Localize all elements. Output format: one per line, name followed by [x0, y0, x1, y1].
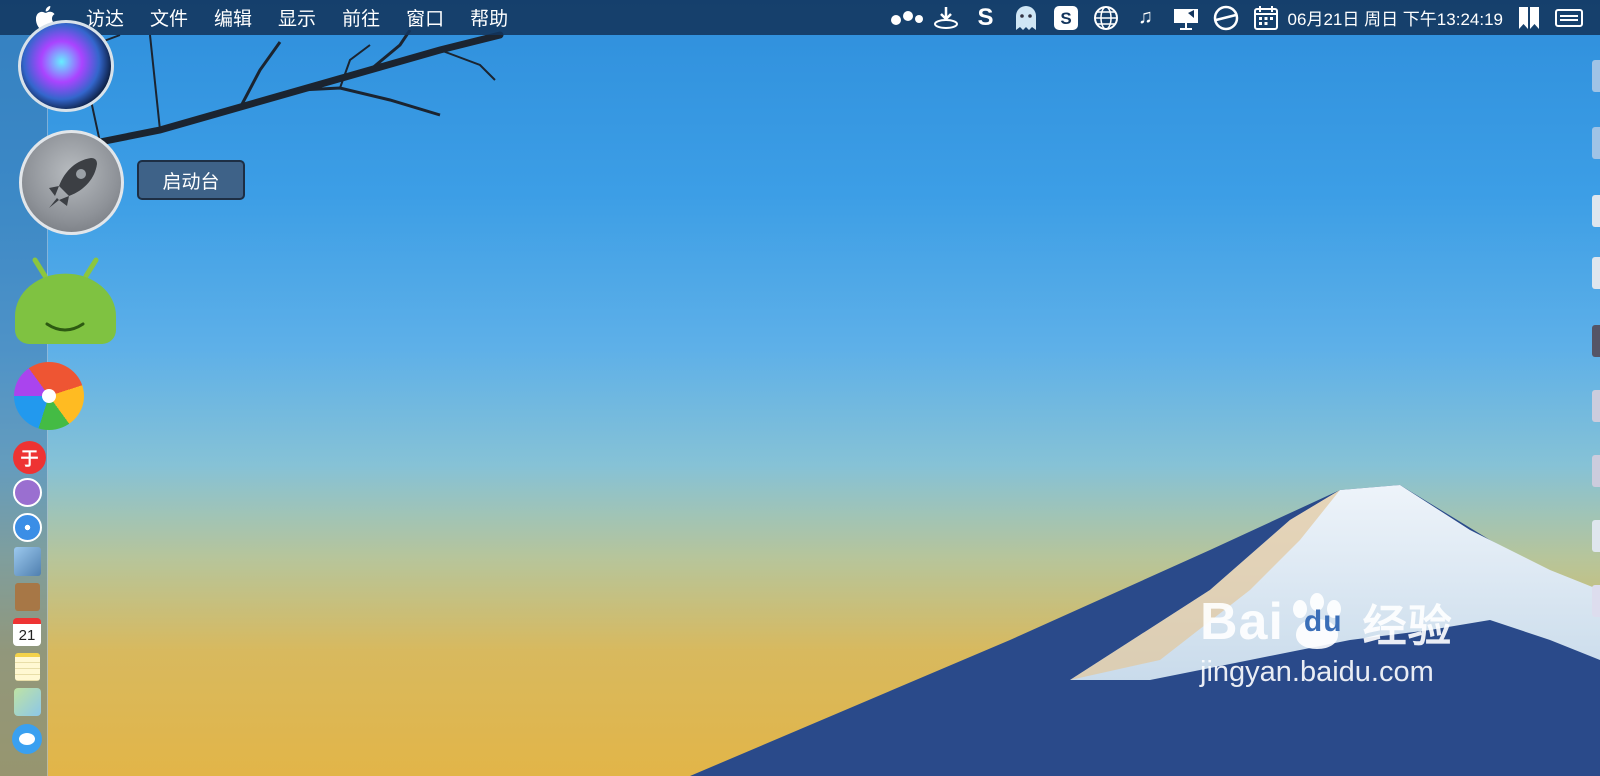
steering-wheel-icon[interactable] — [1209, 0, 1243, 35]
svg-text:S: S — [1060, 9, 1071, 28]
maps-icon[interactable] — [14, 688, 41, 716]
menu-bar: 访达 文件 编辑 显示 前往 窗口 帮助 S S ♫ 06月21日 周日 下午1… — [0, 0, 1600, 35]
desktop-file-strip — [1560, 35, 1600, 776]
purple-app-icon[interactable] — [13, 478, 42, 507]
android-file-transfer-icon[interactable] — [13, 256, 118, 346]
more-dots-icon[interactable] — [889, 0, 923, 35]
baidu-logo-text-a: Bai — [1200, 593, 1284, 651]
siri-icon[interactable] — [18, 20, 114, 112]
s-app-icon[interactable]: S — [969, 0, 1003, 35]
desktop-file-icon[interactable] — [1592, 325, 1600, 357]
messages-icon[interactable] — [12, 724, 42, 754]
safari-icon[interactable] — [13, 513, 42, 542]
menu-help[interactable]: 帮助 — [470, 4, 508, 31]
contacts-icon[interactable] — [15, 583, 40, 611]
preview-icon[interactable] — [14, 547, 41, 576]
desktop-file-icon[interactable] — [1592, 127, 1600, 159]
bookmark-icon[interactable] — [1512, 0, 1546, 35]
desktop-file-icon[interactable] — [1592, 60, 1600, 92]
menu-window[interactable]: 窗口 — [406, 4, 444, 31]
desktop-file-icon[interactable] — [1592, 455, 1600, 487]
baidu-logo: Bai du 经验 — [1200, 590, 1453, 654]
calendar-icon[interactable] — [1249, 0, 1283, 35]
menu-file[interactable]: 文件 — [150, 4, 188, 31]
sogou-icon[interactable]: S — [1049, 0, 1083, 35]
desktop-file-icon[interactable] — [1592, 390, 1600, 422]
notes-icon[interactable] — [15, 653, 40, 681]
calendar-app-icon[interactable]: 21 — [13, 618, 41, 646]
display-icon[interactable] — [1169, 0, 1203, 35]
menu-view[interactable]: 显示 — [278, 4, 316, 31]
control-center-icon[interactable] — [1552, 0, 1586, 35]
desktop-file-icon[interactable] — [1592, 585, 1600, 617]
baidu-logo-text-c: 经验 — [1362, 602, 1453, 651]
menu-go[interactable]: 前往 — [342, 4, 380, 31]
baidu-logo-text-b: du — [1303, 605, 1343, 638]
mount-fuji-decoration — [690, 485, 1600, 776]
calendar-day: 21 — [18, 627, 36, 644]
status-area: S S ♫ 06月21日 周日 下午13:24:19 — [886, 0, 1600, 35]
launchpad-tooltip: 启动台 — [137, 160, 245, 200]
pinwheel-app-icon[interactable] — [14, 362, 84, 430]
desktop-file-icon[interactable] — [1592, 195, 1600, 227]
tree-branch-decoration — [78, 30, 504, 146]
clock[interactable]: 06月21日 周日 下午13:24:19 — [1288, 5, 1503, 30]
baidu-jingyan-watermark: Bai du 经验 jingyan.baidu.com — [1200, 590, 1453, 689]
globe-icon[interactable] — [1089, 0, 1123, 35]
watermark-url: jingyan.baidu.com — [1200, 656, 1434, 688]
ghost-icon[interactable] — [1009, 0, 1043, 35]
red-app-icon[interactable]: 于 — [13, 441, 46, 474]
launchpad-icon[interactable] — [19, 130, 124, 235]
menu-edit[interactable]: 编辑 — [214, 4, 252, 31]
desktop-file-icon[interactable] — [1592, 520, 1600, 552]
music-note-icon[interactable]: ♫ — [1129, 0, 1163, 35]
desktop-file-icon[interactable] — [1592, 257, 1600, 289]
download-tray-icon[interactable] — [929, 0, 963, 35]
